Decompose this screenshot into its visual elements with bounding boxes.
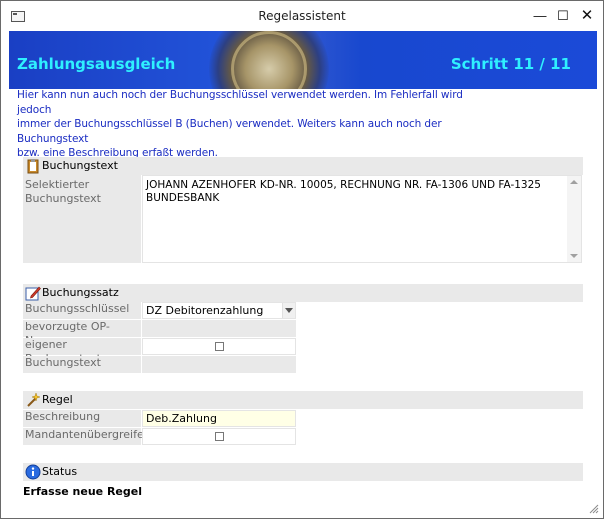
buchungsschluessel-value: DZ Debitorenzahlung — [146, 304, 264, 317]
mandantenuebergreifend-label: Mandantenübergreifend — [23, 428, 158, 445]
section-buchungssatz: Buchungssatz — [23, 284, 583, 302]
section-regel: Regel — [23, 391, 583, 409]
eigener-buchungstext-cell — [142, 338, 296, 355]
section-heading: Buchungstext — [42, 159, 118, 172]
scroll-down-icon[interactable] — [570, 254, 578, 258]
buchungsschluessel-label: Buchungsschlüssel — [23, 302, 141, 319]
status-text: Erfasse neue Regel — [23, 485, 142, 498]
window-title: Regelassistent — [258, 9, 346, 23]
section-status: Status — [23, 463, 583, 481]
op-nummer-field[interactable] — [142, 320, 296, 337]
buchungstext-field[interactable] — [142, 356, 296, 373]
title-bar: Regelassistent — ☐ ✕ — [1, 1, 603, 31]
selektierter-buchungstext-label: Selektierter Buchungstext — [23, 175, 141, 263]
buchungstext-line: JOHANN AZENHOFER KD-NR. 10005, RECHNUNG … — [146, 179, 541, 191]
buchungstext-value: JOHANN AZENHOFER KD-NR. 10005, RECHNUNG … — [146, 179, 551, 204]
step-indicator: Schritt 11 / 11 — [450, 55, 571, 73]
textarea-scrollbar[interactable] — [567, 176, 581, 262]
mandantenuebergreifend-checkbox[interactable] — [215, 432, 224, 441]
chevron-down-icon[interactable] — [282, 303, 295, 318]
wand-icon — [27, 392, 41, 407]
buchungstext-textarea[interactable]: JOHANN AZENHOFER KD-NR. 10005, RECHNUNG … — [142, 175, 582, 263]
resize-grip-icon[interactable] — [587, 502, 599, 514]
scroll-up-icon[interactable] — [570, 180, 578, 184]
intro-text: Hier kann nun auch noch der Buchungsschl… — [17, 88, 497, 161]
eigener-buchungstext-checkbox[interactable] — [215, 342, 224, 351]
header-banner: Zahlungsausgleich Schritt 11 / 11 — [9, 31, 597, 89]
buchungsschluessel-select[interactable]: DZ Debitorenzahlung — [142, 302, 296, 319]
section-heading: Buchungssatz — [42, 286, 119, 299]
buchungstext-line: BUNDESBANK — [146, 191, 220, 204]
intro-line: immer der Buchungsschlüssel B (Buchen) v… — [17, 118, 442, 145]
minimize-button[interactable]: — — [531, 7, 549, 25]
wizard-window: Regelassistent — ☐ ✕ Zahlungsausgleich S… — [0, 0, 604, 519]
maximize-button[interactable]: ☐ — [554, 7, 572, 25]
section-heading: Status — [42, 465, 78, 478]
buchungstext-label: Buchungstext — [23, 356, 141, 373]
banner-title: Zahlungsausgleich — [17, 55, 176, 73]
info-icon — [25, 464, 41, 480]
intro-line: Hier kann nun auch noch der Buchungsschl… — [17, 89, 463, 116]
eigener-buchungstext-label: eigener Buchungstext — [23, 338, 141, 365]
clipboard-icon — [27, 159, 39, 174]
op-nummer-label: bevorzugte OP-Nummer — [23, 320, 141, 347]
beschreibung-input[interactable]: Deb.Zahlung — [142, 410, 296, 427]
section-heading: Regel — [42, 393, 73, 406]
edit-icon — [25, 286, 41, 301]
mandantenuebergreifend-cell — [142, 428, 296, 445]
close-button[interactable]: ✕ — [578, 7, 596, 25]
section-buchungstext: Buchungstext — [23, 157, 583, 175]
beschreibung-label: Beschreibung — [23, 410, 141, 427]
